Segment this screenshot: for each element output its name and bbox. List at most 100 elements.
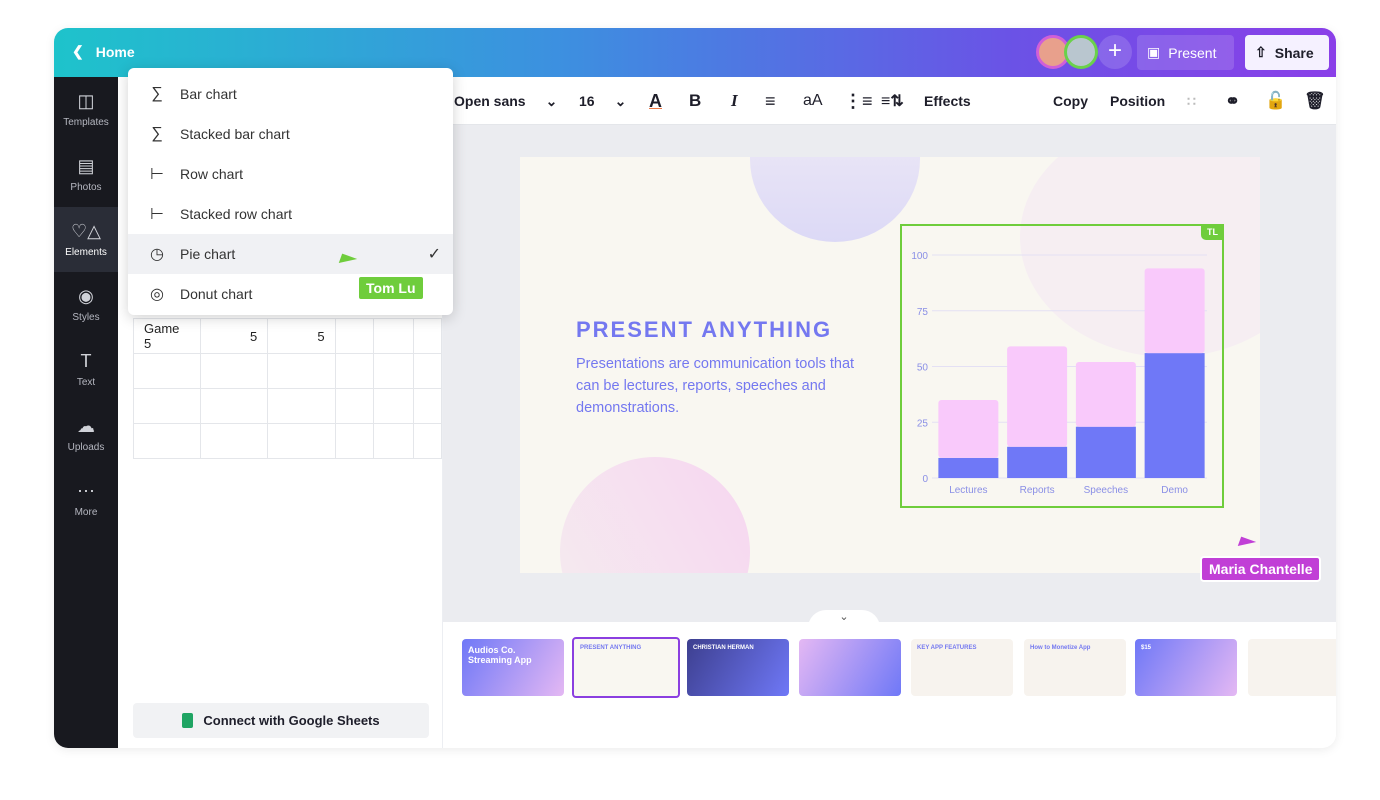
slide[interactable]: PRESENT ANYTHING Presentations are commu… — [520, 157, 1260, 573]
present-button[interactable]: ▣ Present — [1137, 35, 1234, 70]
copy-button[interactable]: Copy — [1053, 77, 1088, 125]
chart-element[interactable]: TL 0 25 50 75 100 Lectures Reports Speeches Demo — [900, 224, 1224, 508]
collapse-filmstrip-button[interactable]: ⌄ — [808, 610, 880, 628]
text-color-icon[interactable]: A — [649, 77, 662, 125]
letter-case-button[interactable]: aA — [803, 77, 823, 125]
table-cell[interactable] — [199, 423, 269, 459]
presentation-icon: ▣ — [1147, 44, 1161, 60]
table-cell[interactable]: 5 — [199, 318, 269, 354]
list-icon[interactable]: ⋮≡ — [844, 77, 873, 125]
page-thumbnail[interactable]: Audios Co. Streaming App — [462, 639, 564, 696]
avatar[interactable] — [1064, 35, 1098, 69]
sidebar-item-label: Photos — [70, 182, 102, 193]
table-cell[interactable] — [267, 353, 336, 389]
sidebar-item-label: Templates — [63, 117, 109, 128]
table-cell[interactable] — [133, 388, 201, 424]
table-cell[interactable] — [334, 353, 375, 389]
table-cell[interactable] — [413, 423, 442, 459]
donut-chart-icon: ◎ — [150, 286, 164, 303]
sidebar: ◫ Templates ▤ Photos ♡△ Elements ◉ Styles T Text ☁… — [54, 77, 118, 748]
table-row: Game 555 — [133, 318, 442, 354]
home-button[interactable]: ❮ Home — [72, 43, 135, 60]
sidebar-item-templates[interactable]: ◫ Templates — [54, 77, 118, 142]
menu-item-row-chart[interactable]: ⊢ Row chart — [128, 154, 453, 194]
align-icon[interactable]: ≡ — [765, 77, 776, 125]
position-button[interactable]: Position — [1110, 77, 1165, 125]
add-collaborator-button[interactable]: + — [1098, 35, 1132, 69]
page-thumbnail[interactable] — [799, 639, 901, 696]
slide-title[interactable]: PRESENT ANYTHING — [576, 317, 832, 343]
link-icon[interactable]: ⚭ — [1225, 77, 1240, 125]
font-size: 16 — [579, 93, 595, 109]
sidebar-item-more[interactable]: ⋯ More — [54, 467, 118, 532]
menu-item-bar-chart[interactable]: ∑ Bar chart — [128, 74, 453, 114]
table-cell[interactable] — [334, 423, 375, 459]
toolbar: Open sans ⌄ 16 ⌄ A B I ≡ aA ⋮≡ ≡⇅ Effects … — [443, 77, 1336, 125]
trash-icon[interactable]: 🗑 — [1304, 77, 1326, 125]
collaborator-cursor-tom-lu: Tom Lu — [357, 275, 425, 301]
sidebar-item-text[interactable]: T Text — [54, 337, 118, 402]
table-cell[interactable] — [199, 353, 269, 389]
page-thumbnail[interactable]: PRESENT ANYTHING — [572, 637, 680, 698]
chevron-left-icon: ❮ — [72, 43, 84, 59]
table-cell[interactable] — [133, 353, 201, 389]
decorative-circle — [750, 157, 920, 242]
lock-icon[interactable]: 🔓 — [1265, 77, 1286, 125]
collaborator-avatars: + — [1036, 35, 1132, 69]
table-cell[interactable] — [334, 388, 375, 424]
slide-subtitle[interactable]: Presentations are communication tools th… — [576, 353, 866, 419]
page-thumbnail[interactable]: KEY APP FEATURES — [911, 639, 1013, 696]
share-label: Share — [1274, 44, 1314, 61]
table-cell[interactable] — [373, 318, 415, 354]
bar-segment — [1007, 346, 1068, 447]
table-cell[interactable] — [267, 423, 336, 459]
sidebar-item-photos[interactable]: ▤ Photos — [54, 142, 118, 207]
table-cell[interactable] — [413, 388, 442, 424]
table-cell[interactable] — [334, 318, 375, 354]
table-cell[interactable] — [373, 423, 415, 459]
y-tick-label: 50 — [917, 363, 929, 374]
menu-item-pie-chart[interactable]: ◷ Pie chart ✓ — [128, 234, 453, 274]
table-cell[interactable] — [373, 353, 415, 389]
table-cell[interactable] — [199, 388, 269, 424]
table-cell[interactable] — [413, 318, 442, 354]
share-button[interactable]: ⇧ Share — [1245, 35, 1329, 70]
shapes-icon: ♡△ — [71, 221, 101, 241]
page-thumbnail[interactable]: $15 — [1135, 639, 1237, 696]
chevron-down-icon: ⌄ — [614, 92, 627, 109]
menu-item-label: Stacked row chart — [180, 206, 293, 222]
menu-item-label: Stacked bar chart — [180, 126, 290, 142]
collaborator-cursor-maria-chantelle: Maria Chantelle — [1200, 556, 1322, 582]
bold-button[interactable]: B — [689, 77, 701, 125]
transparency-icon[interactable]: ∷ — [1187, 77, 1196, 125]
sidebar-item-uploads[interactable]: ☁ Uploads — [54, 402, 118, 467]
connect-google-sheets-button[interactable]: Connect with Google Sheets — [133, 703, 429, 738]
table-cell[interactable] — [267, 388, 336, 424]
menu-item-stacked-bar-chart[interactable]: ∑ Stacked bar chart — [128, 114, 453, 154]
sidebar-item-elements[interactable]: ♡△ Elements — [54, 207, 118, 272]
present-label: Present — [1168, 44, 1217, 61]
y-tick-label: 25 — [917, 418, 929, 429]
italic-button[interactable]: I — [731, 77, 738, 125]
effects-button[interactable]: Effects — [924, 77, 971, 125]
cloud-upload-icon: ☁ — [77, 416, 95, 436]
sidebar-item-styles[interactable]: ◉ Styles — [54, 272, 118, 337]
home-label: Home — [95, 43, 135, 60]
bar-chart-icon: ∑ — [151, 85, 163, 102]
x-tick-label: Reports — [1020, 485, 1055, 496]
font-size-dropdown[interactable]: 16 ⌄ — [579, 77, 626, 125]
bar-segment — [938, 457, 999, 478]
table-cell[interactable] — [133, 423, 201, 459]
page-thumbnail[interactable]: How to Monetize App — [1024, 639, 1126, 696]
page-thumbnail[interactable]: CHRISTIAN HERMAN — [687, 639, 789, 696]
line-spacing-icon[interactable]: ≡⇅ — [881, 77, 904, 125]
table-cell[interactable]: Game 5 — [133, 318, 201, 354]
y-tick-label: 0 — [922, 474, 928, 485]
font-family-dropdown[interactable]: Open sans ⌄ — [454, 77, 557, 125]
table-cell[interactable] — [373, 388, 415, 424]
table-cell[interactable]: 5 — [267, 318, 336, 354]
sidebar-item-label: Elements — [65, 247, 107, 258]
menu-item-stacked-row-chart[interactable]: ⊢ Stacked row chart — [128, 194, 453, 234]
table-cell[interactable] — [413, 353, 442, 389]
page-thumbnail[interactable] — [1248, 639, 1336, 696]
